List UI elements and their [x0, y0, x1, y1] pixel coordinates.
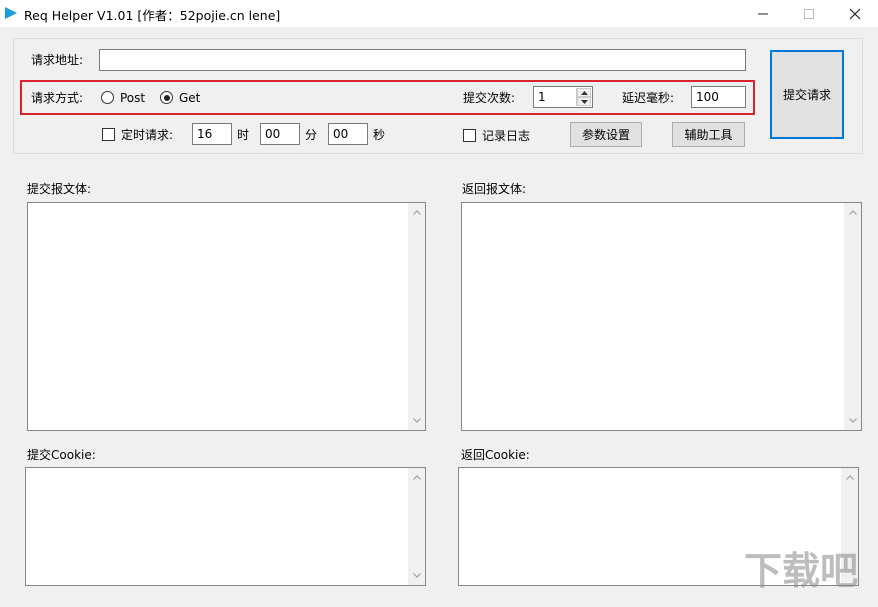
- scroll-up-icon: [412, 210, 421, 215]
- return-body-label: 返回报文体:: [462, 182, 527, 196]
- return-body-textarea[interactable]: [461, 202, 862, 431]
- hour-unit: 时: [237, 128, 250, 142]
- scroll-down-icon: [412, 573, 421, 578]
- delay-label: 延迟毫秒:: [622, 91, 675, 105]
- submit-count-spinner[interactable]: 1: [533, 86, 593, 108]
- watermark-logo: 下载吧: [740, 542, 870, 605]
- scroll-down-button[interactable]: [844, 412, 861, 429]
- log-label[interactable]: 记录日志: [482, 129, 530, 143]
- minimize-button[interactable]: [740, 0, 786, 27]
- spin-up-button[interactable]: [577, 88, 591, 97]
- radio-get[interactable]: [160, 91, 173, 104]
- submit-body-label: 提交报文体:: [27, 182, 92, 196]
- spin-up-icon: [580, 90, 588, 95]
- submit-count-value: 1: [538, 90, 546, 104]
- scroll-down-button[interactable]: [408, 412, 425, 429]
- scrollbar[interactable]: [844, 203, 861, 430]
- submit-cookie-textarea[interactable]: [25, 467, 426, 586]
- close-button[interactable]: [832, 0, 878, 27]
- submit-cookie-label: 提交Cookie:: [27, 448, 96, 462]
- minute-unit: 分: [305, 128, 318, 142]
- params-button[interactable]: 参数设置: [570, 122, 642, 147]
- timer-hour-input[interactable]: 16: [192, 123, 232, 145]
- scroll-up-icon: [845, 475, 854, 480]
- scrollbar[interactable]: [408, 203, 425, 430]
- method-label: 请求方式:: [31, 91, 84, 105]
- url-label: 请求地址:: [31, 53, 84, 67]
- scroll-down-button[interactable]: [408, 567, 425, 584]
- second-unit: 秒: [373, 128, 386, 142]
- scroll-up-button[interactable]: [408, 204, 425, 221]
- timer-label[interactable]: 定时请求:: [121, 128, 173, 142]
- submit-request-label: 提交请求: [782, 88, 831, 102]
- delay-input[interactable]: 100: [691, 86, 746, 108]
- submit-count-label: 提交次数:: [463, 91, 516, 105]
- close-icon: [849, 8, 861, 19]
- timer-second-input[interactable]: 00: [328, 123, 368, 145]
- scroll-down-icon: [412, 418, 421, 423]
- submit-request-button[interactable]: 提交请求: [770, 50, 844, 139]
- timer-checkbox[interactable]: [102, 128, 115, 141]
- app-icon: [5, 7, 17, 19]
- watermark-text: 下载吧: [744, 549, 858, 593]
- scrollbar[interactable]: [408, 468, 425, 585]
- radio-post-label[interactable]: Post: [120, 91, 145, 105]
- scroll-up-button[interactable]: [841, 469, 858, 486]
- window-title: Req Helper V1.01 [作者：52pojie.cn lene]: [24, 8, 281, 23]
- scroll-up-icon: [412, 475, 421, 480]
- return-cookie-label: 返回Cookie:: [461, 448, 530, 462]
- maximize-button[interactable]: [786, 0, 832, 27]
- radio-get-label[interactable]: Get: [179, 91, 200, 105]
- submit-body-textarea[interactable]: [27, 202, 426, 431]
- timer-minute-input[interactable]: 00: [260, 123, 300, 145]
- params-button-label: 参数设置: [581, 128, 630, 142]
- spin-buttons: [576, 88, 591, 106]
- log-checkbox[interactable]: [463, 129, 476, 142]
- scroll-up-icon: [848, 210, 857, 215]
- url-input[interactable]: [99, 49, 746, 71]
- spin-down-icon: [580, 99, 588, 104]
- maximize-icon: [804, 8, 814, 19]
- tools-button[interactable]: 辅助工具: [672, 122, 745, 147]
- title-bar: Req Helper V1.01 [作者：52pojie.cn lene]: [0, 0, 878, 27]
- scroll-up-button[interactable]: [844, 204, 861, 221]
- tools-button-label: 辅助工具: [684, 128, 733, 142]
- scroll-down-icon: [848, 418, 857, 423]
- scroll-up-button[interactable]: [408, 469, 425, 486]
- minimize-icon: [758, 13, 768, 14]
- watermark-icon: 下载吧: [744, 549, 858, 593]
- spin-down-button[interactable]: [577, 97, 591, 106]
- radio-post[interactable]: [101, 91, 114, 104]
